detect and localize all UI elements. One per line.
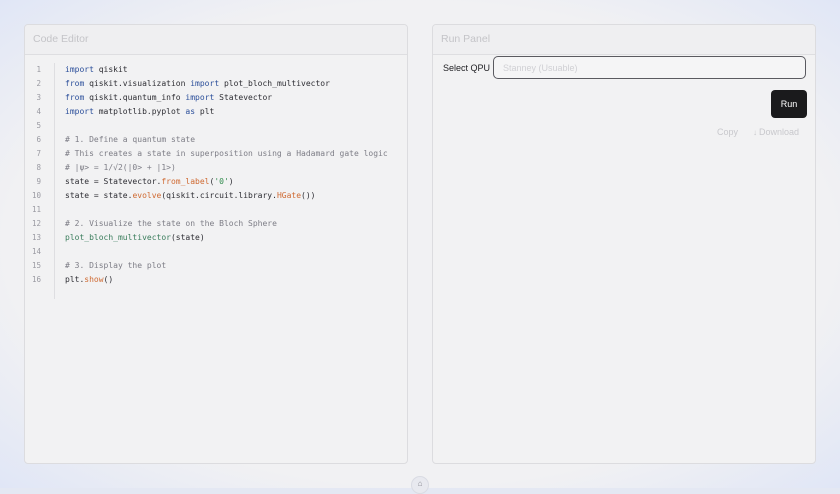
code-token: state = state. bbox=[65, 191, 133, 200]
code-token: state = Statevector. bbox=[65, 177, 162, 186]
code-line: 1 import qiskit bbox=[25, 63, 407, 77]
code-line: 10 state = state.evolve(qiskit.circuit.li… bbox=[25, 189, 407, 203]
code-editor-panel: Code Editor 1 import qiskit 2 from qiskit.v… bbox=[24, 24, 408, 464]
code-line: 4 import matplotlib.pyplot as plt bbox=[25, 105, 407, 119]
code-token: (state) bbox=[170, 233, 205, 242]
download-button[interactable]: ↓ Download bbox=[753, 127, 799, 137]
code-token: from bbox=[65, 93, 85, 102]
code-line: 16 plt.show() bbox=[25, 273, 407, 287]
run-panel-title: Run Panel bbox=[433, 25, 815, 55]
line-number: 4 bbox=[36, 107, 41, 116]
code-text: from qiskit.visualization import plot_bl… bbox=[65, 77, 330, 91]
code-text: # 3. Display the plot bbox=[65, 259, 166, 273]
line-number: 15 bbox=[31, 261, 41, 270]
code-token: qiskit bbox=[93, 65, 128, 74]
code-area[interactable]: 1 import qiskit 2 from qiskit.visualization… bbox=[25, 63, 407, 299]
code-lines: 1 import qiskit 2 from qiskit.visualization… bbox=[25, 63, 407, 287]
run-panel: Run Panel Select QPU Stanney (Usuable) R… bbox=[432, 24, 816, 464]
code-token: as bbox=[185, 107, 196, 116]
code-token: qiskit.visualization bbox=[84, 79, 191, 88]
code-token: (qiskit.circuit.library. bbox=[161, 191, 277, 200]
download-label: Download bbox=[759, 127, 800, 137]
code-token: import bbox=[185, 93, 215, 102]
code-token: from_label bbox=[161, 177, 210, 186]
code-line: 3 from qiskit.quantum_info import Stateve… bbox=[25, 91, 407, 105]
code-token: () bbox=[103, 275, 114, 284]
code-line: 13 plot_bloch_multivector(state) bbox=[25, 231, 407, 245]
code-token: ) bbox=[228, 177, 234, 186]
code-token: evolve bbox=[132, 191, 162, 200]
line-number: 9 bbox=[36, 177, 41, 186]
code-token: plot_bloch_multivector bbox=[219, 79, 330, 88]
qpu-select-input[interactable]: Stanney (Usuable) bbox=[493, 56, 806, 79]
code-text: # 1. Define a quantum state bbox=[65, 133, 195, 147]
code-token: import bbox=[190, 79, 220, 88]
code-line: 6 # 1. Define a quantum state bbox=[25, 133, 407, 147]
app-stage: Code Editor 1 import qiskit 2 from qiskit.v… bbox=[0, 0, 840, 494]
code-token: '0' bbox=[214, 177, 229, 186]
code-text: plt.show() bbox=[65, 273, 113, 287]
code-line: 5 bbox=[25, 119, 407, 133]
download-icon: ↓ bbox=[753, 128, 757, 137]
line-number: 11 bbox=[31, 205, 41, 214]
code-token: import bbox=[65, 107, 94, 116]
bottom-handle-icon[interactable]: ⌂ bbox=[411, 476, 429, 494]
code-text: from qiskit.quantum_info import Statevec… bbox=[65, 91, 272, 105]
line-number: 13 bbox=[31, 233, 41, 242]
code-token: from bbox=[65, 79, 85, 88]
code-token: ()) bbox=[301, 191, 316, 200]
code-token: qiskit.quantum_info bbox=[84, 93, 186, 102]
code-text: state = Statevector.from_label('0') bbox=[65, 175, 234, 189]
line-number: 5 bbox=[36, 121, 41, 130]
code-text: state = state.evolve(qiskit.circuit.libr… bbox=[65, 189, 315, 203]
code-token: # 1. Define a quantum state bbox=[65, 135, 196, 144]
run-button[interactable]: Run bbox=[771, 90, 807, 118]
code-token: # This creates a state in superposition … bbox=[65, 149, 388, 158]
code-text: # This creates a state in superposition … bbox=[65, 147, 388, 161]
code-line: 14 bbox=[25, 245, 407, 259]
code-token: # 2. Visualize the state on the Bloch Sp… bbox=[65, 219, 277, 228]
line-number: 6 bbox=[36, 135, 41, 144]
code-line: 8 # |ψ> = 1/√2(|0> + |1>) bbox=[25, 161, 407, 175]
code-line: 12 # 2. Visualize the state on the Bloch … bbox=[25, 217, 407, 231]
line-number: 1 bbox=[36, 65, 41, 74]
code-token: show bbox=[84, 275, 104, 284]
line-number: 3 bbox=[36, 93, 41, 102]
code-token: Statevector bbox=[214, 93, 273, 102]
line-number: 10 bbox=[31, 191, 41, 200]
code-line: 9 state = Statevector.from_label('0') bbox=[25, 175, 407, 189]
code-line: 2 from qiskit.visualization import plot_b… bbox=[25, 77, 407, 91]
line-number: 8 bbox=[36, 163, 41, 172]
code-text: plot_bloch_multivector(state) bbox=[65, 231, 205, 245]
code-token: import bbox=[65, 65, 94, 74]
line-number: 16 bbox=[31, 275, 41, 284]
code-token: plt. bbox=[65, 275, 85, 284]
line-number: 7 bbox=[36, 149, 41, 158]
code-token: plot_bloch_multivector bbox=[65, 233, 171, 242]
code-editor-title: Code Editor bbox=[25, 25, 407, 55]
copy-button[interactable]: Copy bbox=[717, 127, 738, 137]
line-number: 2 bbox=[36, 79, 41, 88]
code-text: import matplotlib.pyplot as plt bbox=[65, 105, 214, 119]
code-token: # |ψ> = 1/√2(|0> + |1>) bbox=[65, 163, 176, 172]
select-qpu-label: Select QPU bbox=[443, 63, 491, 73]
code-text: # |ψ> = 1/√2(|0> + |1>) bbox=[65, 161, 176, 175]
code-line: 11 bbox=[25, 203, 407, 217]
line-number: 14 bbox=[31, 247, 41, 256]
code-token: HGate bbox=[276, 191, 302, 200]
code-token: plt bbox=[195, 107, 215, 116]
code-token: # 3. Display the plot bbox=[65, 261, 167, 270]
line-number: 12 bbox=[31, 219, 41, 228]
code-line: 7 # This creates a state in superposition… bbox=[25, 147, 407, 161]
code-token: matplotlib.pyplot bbox=[93, 107, 186, 116]
code-text: # 2. Visualize the state on the Bloch Sp… bbox=[65, 217, 277, 231]
code-text: import qiskit bbox=[65, 63, 128, 77]
code-line: 15 # 3. Display the plot bbox=[25, 259, 407, 273]
